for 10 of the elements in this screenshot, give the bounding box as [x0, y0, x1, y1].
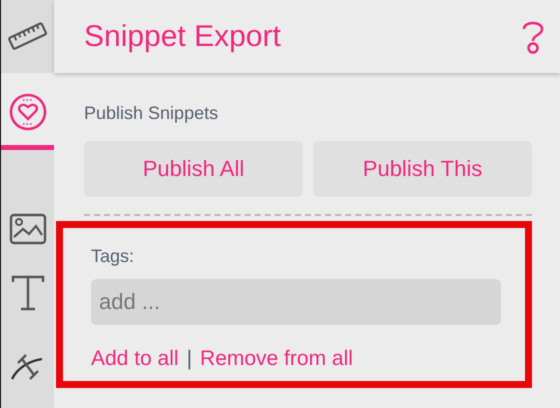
- separator: |: [186, 347, 192, 371]
- tag-link[interactable]: Remove from all: [200, 347, 353, 371]
- sidebar-tab[interactable]: [1, 73, 54, 150]
- panel-title: Snippet Export: [84, 20, 281, 54]
- section-heading: Publish Snippets: [84, 103, 220, 124]
- tags-input[interactable]: add ...: [91, 279, 501, 325]
- publish-button[interactable]: Publish This: [313, 141, 532, 197]
- tags-label: Tags:: [91, 246, 136, 267]
- tag-link[interactable]: Add to all: [91, 347, 179, 371]
- publish-button[interactable]: Publish All: [84, 141, 303, 197]
